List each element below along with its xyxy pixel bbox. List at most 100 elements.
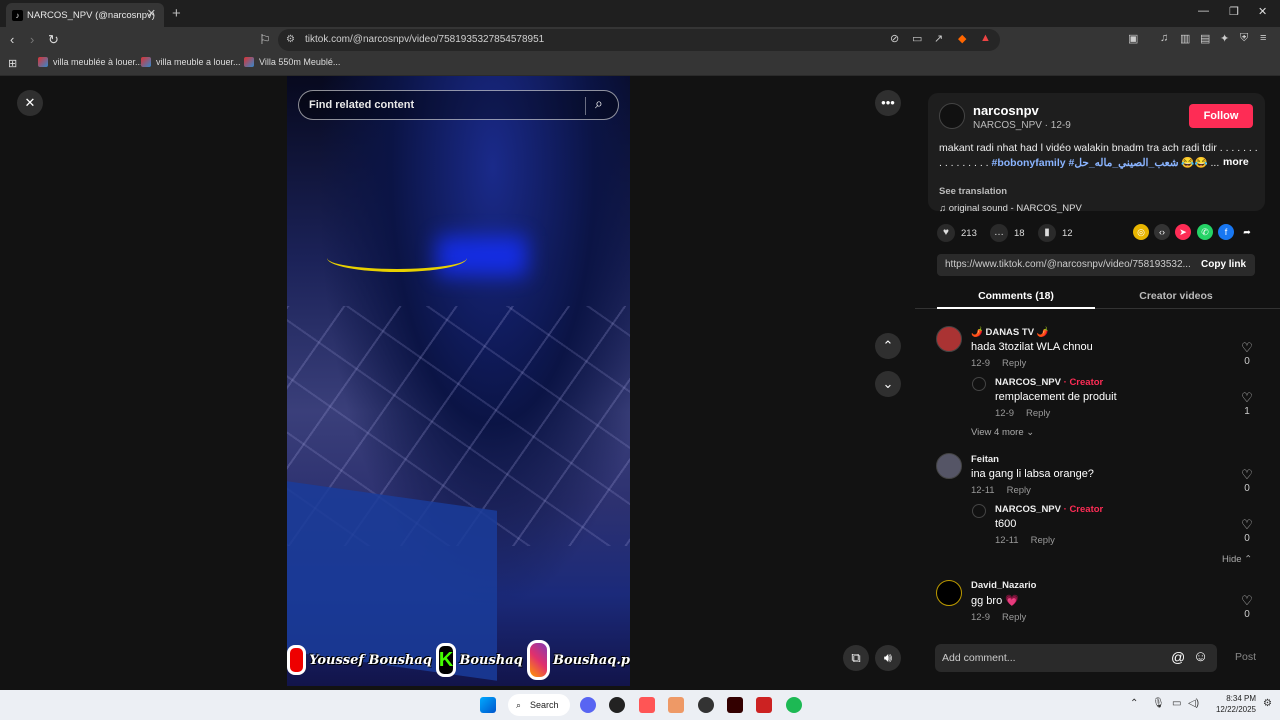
site-info-icon[interactable]: ⚙ — [286, 29, 295, 51]
post-button[interactable]: Post — [1235, 651, 1256, 663]
comment-like[interactable]: ♡ 0 — [1237, 340, 1257, 367]
network-icon[interactable]: ▭ — [1172, 698, 1181, 709]
reply-button[interactable]: Reply — [1007, 485, 1031, 496]
menu-icon[interactable]: ≡ — [1260, 32, 1266, 44]
tab-comments[interactable]: Comments (18) — [937, 290, 1095, 302]
avatar[interactable] — [972, 377, 986, 391]
save-stat[interactable]: ▮ 12 — [1038, 224, 1073, 242]
spotify-icon[interactable] — [786, 697, 802, 713]
sound-link[interactable]: ♫ original sound - NARCOS_NPV — [939, 203, 1082, 214]
minimize-icon[interactable]: — — [1198, 5, 1209, 17]
comment-author[interactable]: David_Nazario — [971, 580, 1036, 591]
windows-start-icon[interactable] — [480, 697, 496, 713]
comment-author[interactable]: Feitan — [971, 454, 1094, 465]
bookmark-icon[interactable]: ⚐ — [259, 32, 271, 48]
whatsapp-icon[interactable]: ✆ — [1197, 224, 1213, 240]
emoji-icon[interactable]: ☺ — [1193, 648, 1208, 665]
volume-button[interactable]: 🔊︎ — [875, 645, 901, 671]
search-icon[interactable]: ⌕ — [595, 95, 603, 112]
heart-outline-icon: ♡ — [1241, 467, 1253, 482]
bookmark-item[interactable]: villa meuble a louer... — [141, 57, 241, 67]
add-comment-input[interactable]: Add comment... @ ☺ — [935, 644, 1217, 672]
username[interactable]: narcosnpv — [973, 103, 1039, 118]
copy-link-button[interactable]: Copy link — [1201, 259, 1246, 270]
coin-share-icon[interactable]: ◎ — [1133, 224, 1149, 240]
speaker-icon[interactable]: ◁) — [1188, 698, 1199, 709]
bookmark-item[interactable]: Villa 550m Meublé... — [244, 57, 340, 67]
taskbar-search[interactable]: ⌕ Search — [508, 694, 570, 716]
avatar[interactable] — [936, 453, 962, 479]
vpn-icon[interactable]: ⛨ — [1240, 32, 1248, 45]
apps-grid-icon[interactable]: ⊞ — [8, 57, 17, 70]
comment-stat[interactable]: … 18 — [990, 224, 1025, 242]
reader-icon[interactable]: ▣ — [1128, 32, 1138, 45]
more-options-button[interactable]: ••• — [875, 90, 901, 116]
avatar[interactable] — [939, 103, 965, 129]
like-stat[interactable]: ♥ 213 — [937, 224, 977, 242]
close-tab-icon[interactable]: ✕ — [147, 7, 156, 20]
avatar[interactable] — [936, 326, 962, 352]
pip-button[interactable]: ⧉ — [843, 645, 869, 671]
comment-like[interactable]: ♡ 0 — [1237, 467, 1257, 494]
embed-icon[interactable]: ‹› — [1154, 224, 1170, 240]
brave-rewards-icon[interactable]: ▲ — [980, 32, 991, 44]
app-icon[interactable] — [698, 697, 714, 713]
forward-icon[interactable]: › — [30, 32, 34, 47]
hashtag-link[interactable]: #bobonyfamily — [992, 157, 1066, 169]
media-icon[interactable]: ♫ — [1160, 32, 1168, 44]
no-tracking-icon[interactable]: ⊘ — [890, 32, 899, 45]
new-tab-icon[interactable]: + — [172, 5, 181, 22]
microphone-icon[interactable]: 🎙︎ — [1152, 698, 1165, 709]
share-arrow-icon[interactable]: ➦ — [1239, 224, 1255, 240]
hide-replies[interactable]: Hide ⌃ — [1222, 554, 1252, 565]
app-icon[interactable] — [727, 697, 743, 713]
more-link[interactable]: more — [1223, 156, 1249, 168]
brave-shield-icon[interactable]: ◆ — [958, 32, 966, 45]
comment-author[interactable]: NARCOS_NPV — [995, 504, 1061, 515]
clock[interactable]: 8:34 PM 12/22/2025 — [1208, 693, 1256, 715]
mention-icon[interactable]: @ — [1171, 649, 1185, 665]
avatar[interactable] — [936, 580, 962, 606]
comment-like[interactable]: ♡ 0 — [1237, 517, 1257, 544]
discord-icon[interactable] — [580, 697, 596, 713]
reply-button[interactable]: Reply — [1002, 358, 1026, 369]
close-window-icon[interactable]: ✕ — [1258, 5, 1267, 18]
next-video-button[interactable]: ⌄ — [875, 371, 901, 397]
reload-icon[interactable]: ↻ — [48, 32, 59, 48]
comment-like[interactable]: ♡ 0 — [1237, 593, 1257, 620]
avatar[interactable] — [972, 504, 986, 518]
brave-icon[interactable] — [639, 697, 655, 713]
previous-video-button[interactable]: ⌃ — [875, 333, 901, 359]
tab-creator-videos[interactable]: Creator videos — [1115, 290, 1237, 302]
app-icon[interactable] — [756, 697, 772, 713]
see-translation-link[interactable]: See translation — [939, 186, 1007, 197]
follow-button[interactable]: Follow — [1189, 104, 1253, 128]
cast-icon[interactable]: ▭ — [912, 32, 922, 45]
sidebar-icon[interactable]: ▥ — [1180, 32, 1190, 45]
leo-icon[interactable]: ✦ — [1220, 32, 1229, 45]
send-icon[interactable]: ➤ — [1175, 224, 1191, 240]
comment-like[interactable]: ♡ 1 — [1237, 390, 1257, 417]
bookmark-item[interactable]: villa meublée à louer... — [38, 57, 143, 67]
related-search-input[interactable]: Find related content ⌕ — [298, 90, 619, 120]
notification-icon[interactable]: ⚙ — [1263, 698, 1272, 709]
facebook-icon[interactable]: f — [1218, 224, 1234, 240]
close-video-button[interactable]: ✕ — [17, 90, 43, 116]
app-icon[interactable] — [609, 697, 625, 713]
reply-button[interactable]: Reply — [1026, 408, 1050, 419]
app-icon[interactable] — [668, 697, 684, 713]
video-player[interactable]: Youssef Boushaq K Boushaq Boushaq.p — [287, 76, 630, 686]
wallet-icon[interactable]: ▤ — [1200, 32, 1210, 45]
view-more-replies[interactable]: View 4 more ⌄ — [971, 427, 1034, 438]
hashtag-link[interactable]: #شعب_الصيني_ماله_حل — [1069, 157, 1179, 169]
reply-button[interactable]: Reply — [1002, 612, 1026, 623]
reply-button[interactable]: Reply — [1031, 535, 1055, 546]
post-link[interactable]: https://www.tiktok.com/@narcosnpv/video/… — [945, 259, 1191, 270]
browser-tab[interactable]: ♪ NARCOS_NPV (@narcosnpv) ✕ — [6, 3, 164, 27]
share-icon[interactable]: ↗ — [934, 32, 943, 45]
back-icon[interactable]: ‹ — [10, 32, 14, 47]
chevron-up-icon[interactable]: ⌃ — [1130, 698, 1138, 709]
restore-icon[interactable]: ❐ — [1229, 5, 1239, 18]
comment-author[interactable]: NARCOS_NPV — [995, 377, 1061, 388]
comment-author[interactable]: 🌶️ DANAS TV 🌶️ — [971, 327, 1093, 338]
